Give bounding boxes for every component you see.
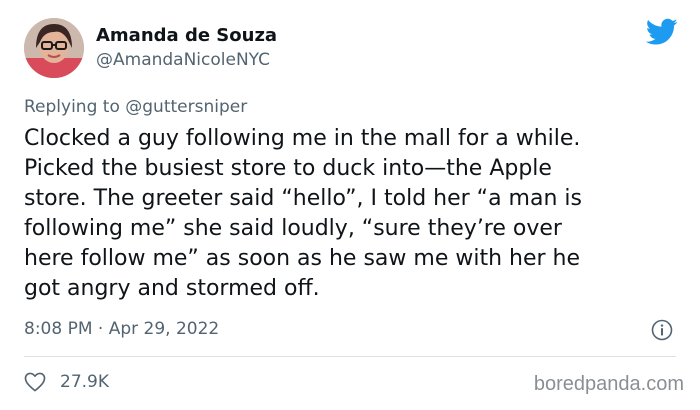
author-handle[interactable]: @AmandaNicoleNYC [96,48,277,72]
author-names: Amanda de Souza @AmandaNicoleNYC [96,24,277,72]
reply-mention-link[interactable]: @guttersniper [125,97,247,117]
tweet-card: Amanda de Souza @AmandaNicoleNYC Replyin… [0,0,700,410]
like-count: 27.9K [60,372,109,392]
like-button[interactable]: 27.9K [24,372,109,392]
reply-prefix: Replying to [24,97,126,117]
tweet-timestamp[interactable]: 8:08 PM · Apr 29, 2022 [24,318,219,340]
tweet-header: Amanda de Souza @AmandaNicoleNYC [24,18,277,78]
avatar[interactable] [24,18,84,78]
twitter-bird-icon[interactable] [646,18,678,46]
heart-icon [24,372,46,392]
info-icon[interactable] [651,319,673,341]
author-display-name[interactable]: Amanda de Souza [96,24,277,48]
watermark: boredpanda.com [533,373,684,395]
tweet-text: Clocked a guy following me in the mall f… [24,126,582,301]
profile-photo-avatar [24,18,84,78]
reply-context: Replying to @guttersniper [24,96,247,118]
divider [24,356,676,357]
